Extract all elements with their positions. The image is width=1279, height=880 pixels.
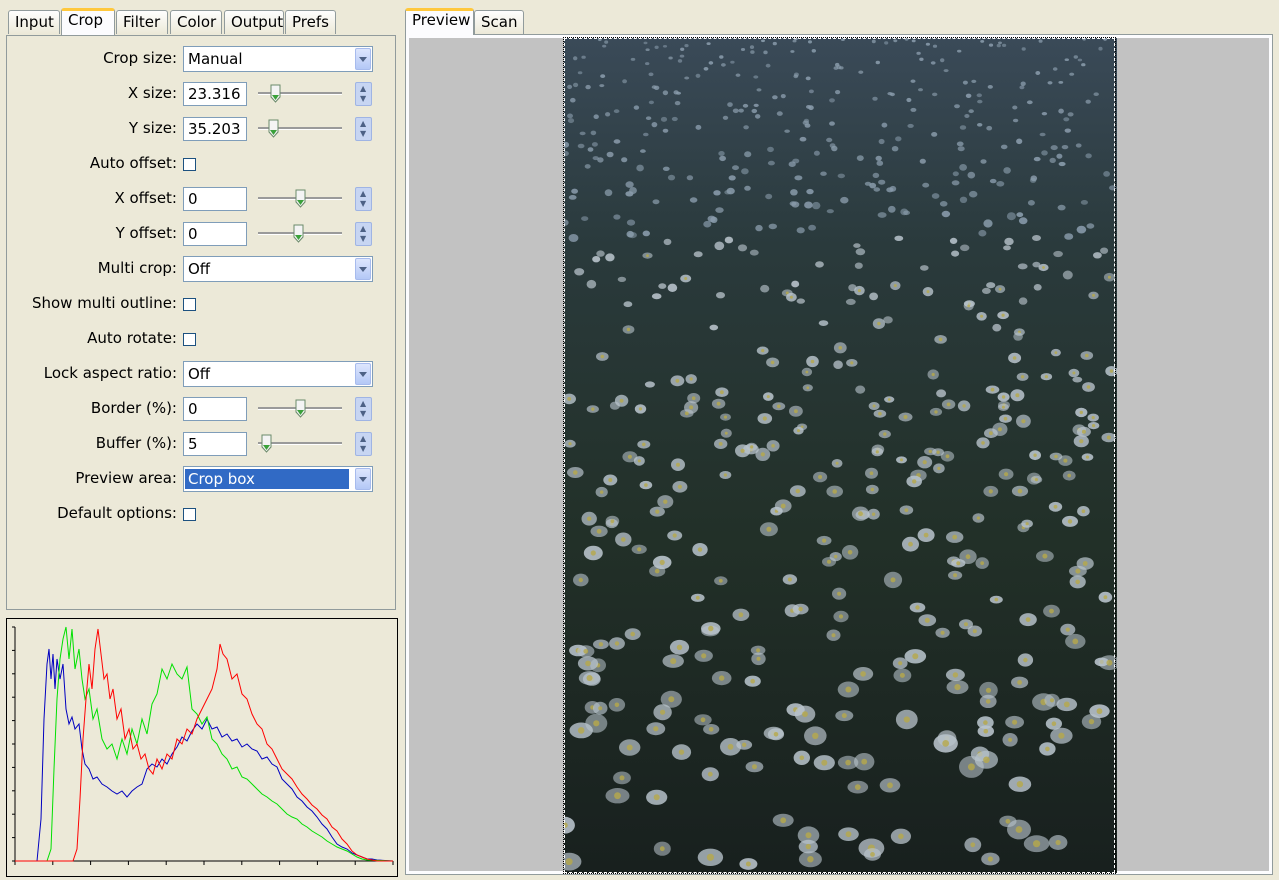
show-multi-outline-label: Show multi outline: (31, 294, 177, 312)
tab-input-label: Input (15, 13, 54, 31)
tab-filter[interactable]: Filter (116, 10, 168, 34)
border-slider[interactable] (258, 399, 342, 419)
crop-box-outline[interactable] (563, 37, 1116, 874)
tab-input[interactable]: Input (8, 10, 60, 34)
default-options-label: Default options: (57, 504, 177, 522)
crop-size-select[interactable]: Manual (183, 46, 373, 72)
lock-aspect-ratio-label: Lock aspect ratio: (43, 364, 177, 382)
tab-preview-label: Preview (412, 11, 471, 29)
x-size-label: X size: (127, 84, 177, 102)
buffer-slider[interactable] (258, 434, 342, 454)
chevron-down-icon[interactable] (355, 48, 371, 70)
tab-prefs[interactable]: Prefs (285, 10, 336, 34)
auto-offset-checkbox[interactable] (183, 158, 196, 171)
border-label: Border (%): (90, 399, 177, 417)
y-offset-field[interactable]: 0 (183, 222, 247, 246)
y-offset-spinner[interactable]: ▲ ▼ (355, 222, 372, 246)
buffer-spinner[interactable]: ▲ ▼ (355, 432, 372, 456)
slider-thumb-icon[interactable] (261, 434, 272, 453)
y-size-slider[interactable] (258, 119, 342, 139)
chevron-down-icon[interactable] (355, 363, 371, 385)
slider-thumb-icon[interactable] (295, 399, 306, 418)
tab-output[interactable]: Output (224, 10, 284, 34)
x-offset-field[interactable]: 0 (183, 187, 247, 211)
auto-rotate-label: Auto rotate: (87, 329, 177, 347)
y-size-spinner[interactable]: ▲ ▼ (355, 117, 372, 141)
auto-offset-label: Auto offset: (89, 154, 177, 172)
histogram-green-channel (15, 626, 394, 862)
x-size-field[interactable]: 23.316 (183, 82, 247, 106)
lock-aspect-ratio-value: Off (188, 365, 211, 383)
tab-scan-label: Scan (481, 13, 518, 31)
x-offset-spinner[interactable]: ▲ ▼ (355, 187, 372, 211)
slider-thumb-icon[interactable] (270, 84, 281, 103)
y-size-field[interactable]: 35.203 (183, 117, 247, 141)
tab-filter-label: Filter (123, 13, 161, 31)
slider-thumb-icon[interactable] (295, 189, 306, 208)
multi-crop-label: Multi crop: (97, 259, 177, 277)
y-offset-slider[interactable] (258, 224, 342, 244)
histogram (6, 618, 398, 877)
tab-preview[interactable]: Preview (405, 8, 474, 35)
crop-size-value: Manual (188, 50, 243, 68)
tab-crop[interactable]: Crop (61, 8, 115, 35)
tab-crop-label: Crop (68, 11, 104, 29)
x-size-spinner[interactable]: ▲ ▼ (355, 82, 372, 106)
preview-area-label: Preview area: (75, 469, 177, 487)
tab-output-label: Output (231, 13, 284, 31)
preview-panel (405, 34, 1273, 875)
slider-thumb-icon[interactable] (268, 119, 279, 138)
y-size-label: Y size: (128, 119, 177, 137)
border-spinner[interactable]: ▲ ▼ (355, 397, 372, 421)
show-multi-outline-checkbox[interactable] (183, 298, 196, 311)
auto-rotate-checkbox[interactable] (183, 333, 196, 346)
buffer-field[interactable]: 5 (183, 432, 247, 456)
histogram-axes (12, 626, 394, 865)
default-options-checkbox[interactable] (183, 508, 196, 521)
multi-crop-value: Off (188, 260, 211, 278)
border-field[interactable]: 0 (183, 397, 247, 421)
preview-area-value: Crop box (185, 469, 349, 489)
histogram-plot (12, 626, 394, 865)
x-offset-slider[interactable] (258, 189, 342, 209)
preview-area-select[interactable]: Crop box (183, 466, 373, 492)
chevron-down-icon[interactable] (355, 468, 371, 490)
tab-scan[interactable]: Scan (474, 10, 524, 34)
slider-thumb-icon[interactable] (293, 224, 304, 243)
buffer-label: Buffer (%): (95, 434, 177, 452)
multi-crop-select[interactable]: Off (183, 256, 373, 282)
tab-color-label: Color (177, 13, 217, 31)
tab-color[interactable]: Color (170, 10, 222, 34)
tab-prefs-label: Prefs (292, 13, 329, 31)
lock-aspect-ratio-select[interactable]: Off (183, 361, 373, 387)
preview-canvas[interactable] (409, 37, 1269, 874)
x-size-slider[interactable] (258, 84, 342, 104)
histogram-red-channel (15, 628, 393, 862)
chevron-down-icon[interactable] (355, 258, 371, 280)
x-offset-label: X offset: (114, 189, 177, 207)
y-offset-label: Y offset: (115, 224, 177, 242)
crop-size-label: Crop size: (103, 49, 177, 67)
histogram-blue-channel (15, 648, 394, 862)
